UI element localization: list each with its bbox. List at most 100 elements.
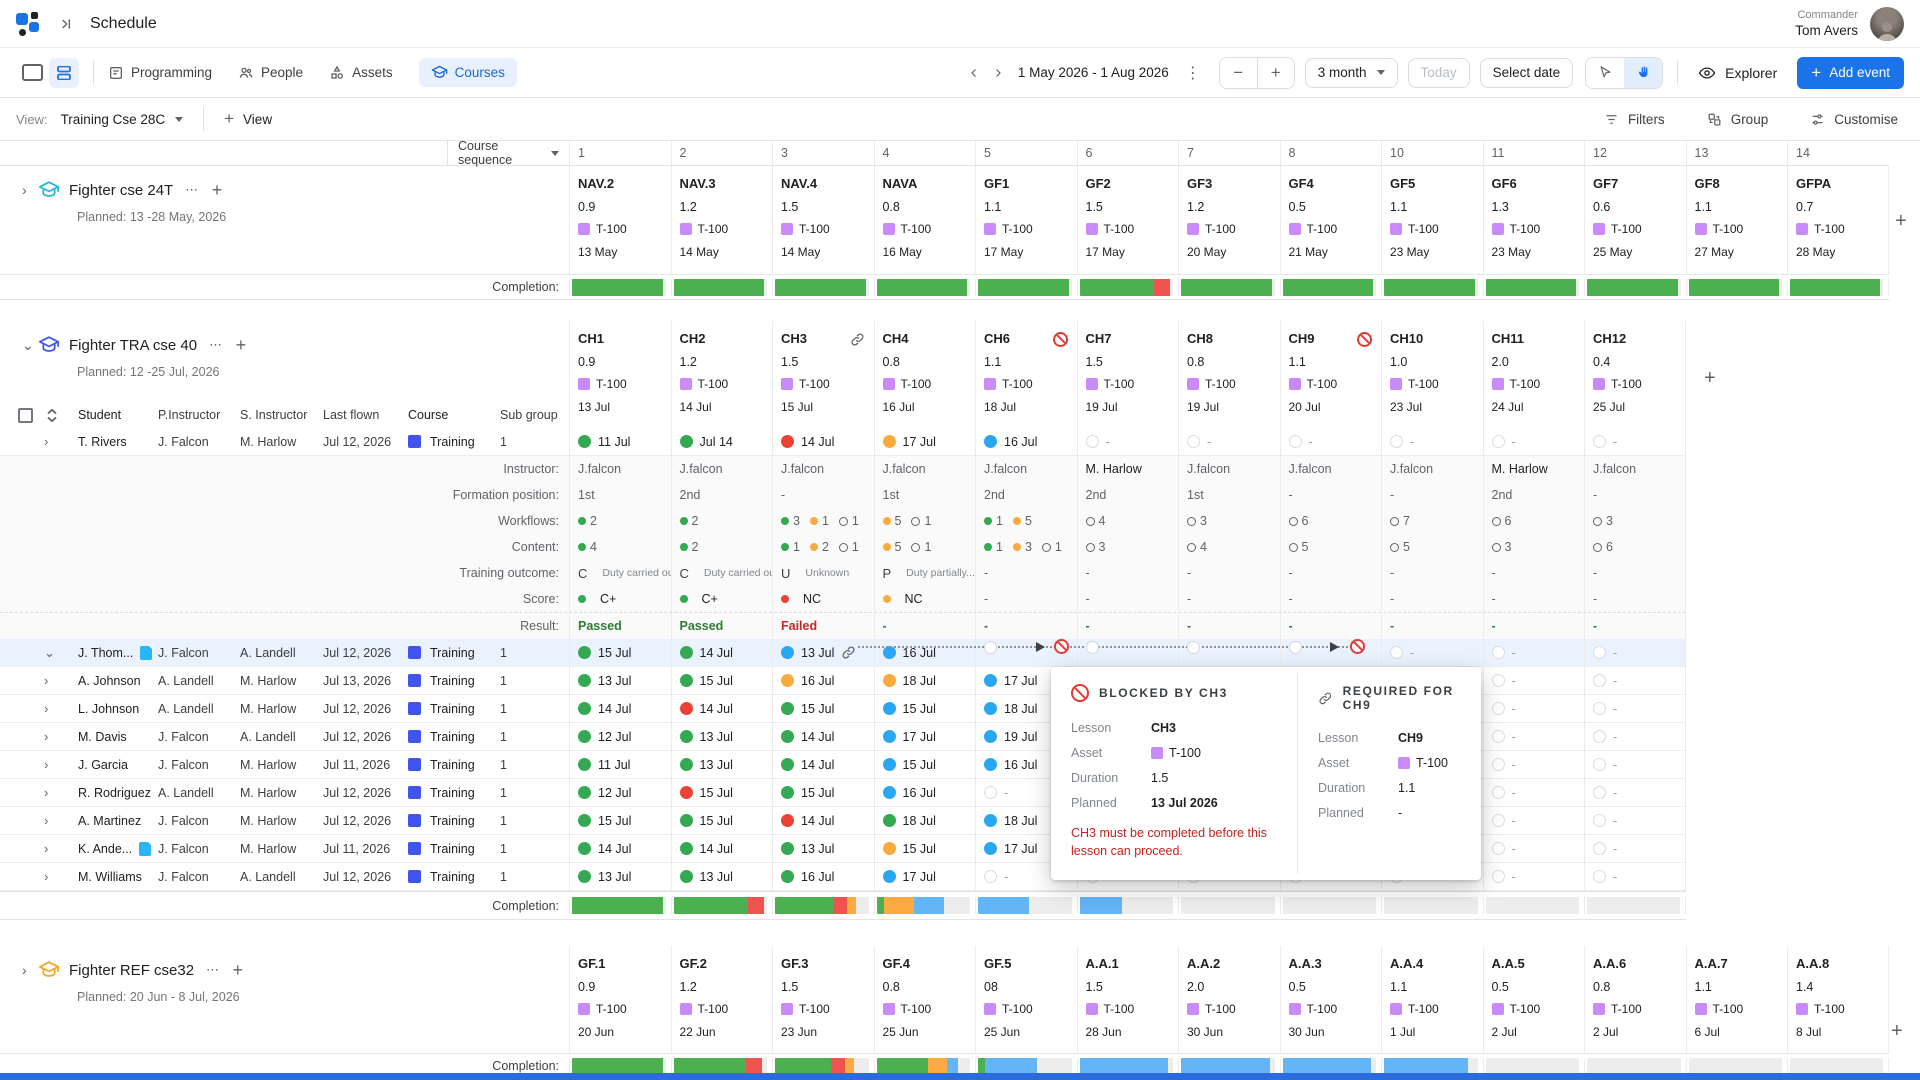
- explorer-button[interactable]: Explorer: [1692, 63, 1783, 83]
- course-add-icon[interactable]: +: [212, 180, 223, 201]
- date-menu-icon[interactable]: ⋮: [1177, 61, 1209, 85]
- lesson-card[interactable]: CH101.0T-10023 Jul: [1381, 321, 1483, 428]
- lesson-status-cell[interactable]: 14 Jul: [671, 639, 773, 666]
- tab-programming[interactable]: Programming: [108, 59, 212, 87]
- add-event-button[interactable]: + Add event: [1797, 57, 1904, 89]
- lesson-status-cell[interactable]: -: [1584, 667, 1686, 694]
- course-expand-chevron[interactable]: ›: [22, 962, 38, 978]
- avatar[interactable]: [1870, 7, 1904, 41]
- lesson-card[interactable]: CH61.1T-10018 Jul: [975, 321, 1077, 428]
- lesson-status-cell[interactable]: Jul 14: [671, 428, 773, 455]
- lesson-card[interactable]: GF31.2T-10020 May: [1178, 166, 1280, 274]
- lesson-status-cell[interactable]: 13 Jul: [671, 723, 773, 750]
- collapse-panel-icon[interactable]: [54, 12, 78, 36]
- lesson-status-cell[interactable]: 14 Jul: [671, 695, 773, 722]
- lesson-card[interactable]: GF.31.5T-10023 Jun: [772, 946, 874, 1053]
- lesson-status-cell[interactable]: 15 Jul: [772, 695, 874, 722]
- today-button[interactable]: Today: [1408, 58, 1470, 88]
- select-all-checkbox[interactable]: [18, 408, 33, 423]
- lesson-status-cell[interactable]: 14 Jul: [772, 428, 874, 455]
- lesson-status-cell[interactable]: -: [1584, 807, 1686, 834]
- lesson-status-cell[interactable]: 14 Jul: [772, 723, 874, 750]
- lesson-status-cell[interactable]: 11 Jul: [569, 751, 671, 778]
- tab-courses[interactable]: Courses: [419, 58, 517, 87]
- lesson-card[interactable]: A.A.81.4T-1008 Jul: [1787, 946, 1889, 1053]
- lesson-card[interactable]: GF61.3T-10023 May: [1483, 166, 1585, 274]
- lesson-card[interactable]: A.A.71.1T-1006 Jul: [1686, 946, 1788, 1053]
- lesson-status-cell[interactable]: 13 Jul: [569, 863, 671, 890]
- app-logo[interactable]: [16, 11, 42, 37]
- lesson-status-cell[interactable]: 12 Jul: [569, 723, 671, 750]
- lesson-status-cell[interactable]: 13 Jul: [671, 751, 773, 778]
- course-expand-chevron[interactable]: ⌄: [22, 337, 38, 354]
- lesson-status-cell[interactable]: 14 Jul: [671, 835, 773, 862]
- lesson-status-cell[interactable]: 16 Jul: [874, 779, 976, 806]
- lesson-status-cell[interactable]: 15 Jul: [772, 779, 874, 806]
- lesson-status-cell[interactable]: -: [1584, 779, 1686, 806]
- sort-button[interactable]: [46, 408, 58, 423]
- lesson-status-cell[interactable]: -: [1584, 428, 1686, 455]
- row-expand-chevron[interactable]: ›: [44, 841, 48, 856]
- user-info[interactable]: Commander Tom Avers: [1795, 7, 1904, 41]
- student-row[interactable]: ›T. RiversJ. FalconM. HarlowJul 12, 2026…: [0, 428, 1686, 456]
- lesson-card[interactable]: GF11.1T-10017 May: [975, 166, 1077, 274]
- lesson-status-cell[interactable]: -: [1584, 835, 1686, 862]
- lesson-status-cell[interactable]: 18 Jul: [874, 667, 976, 694]
- lesson-status-cell[interactable]: 16 Jul: [772, 863, 874, 890]
- row-expand-chevron[interactable]: ›: [44, 757, 48, 772]
- lesson-status-cell[interactable]: 17 Jul: [874, 723, 976, 750]
- lesson-status-cell[interactable]: [1077, 639, 1179, 666]
- lesson-status-cell[interactable]: 15 Jul: [569, 639, 671, 666]
- add-column-button[interactable]: +: [1698, 365, 1722, 392]
- row-expand-chevron[interactable]: ›: [44, 869, 48, 884]
- lesson-card[interactable]: NAVA0.8T-10016 May: [874, 166, 976, 274]
- lesson-status-cell[interactable]: 15 Jul: [874, 751, 976, 778]
- horizontal-scrollbar[interactable]: [0, 1073, 1920, 1080]
- lesson-status-cell[interactable]: -: [1584, 751, 1686, 778]
- lesson-card[interactable]: CH112.0T-10024 Jul: [1483, 321, 1585, 428]
- add-column-button[interactable]: +: [1885, 1018, 1909, 1045]
- lesson-status-cell[interactable]: 15 Jul: [671, 779, 773, 806]
- tab-assets[interactable]: Assets: [329, 59, 393, 87]
- row-expand-chevron[interactable]: ›: [44, 673, 48, 688]
- lesson-status-cell[interactable]: 16 Jul: [874, 639, 976, 666]
- lesson-status-cell[interactable]: 11 Jul: [569, 428, 671, 455]
- course-add-icon[interactable]: +: [236, 335, 247, 356]
- lesson-card[interactable]: GF.10.9T-10020 Jun: [569, 946, 671, 1053]
- lesson-card[interactable]: GF70.6T-10025 May: [1584, 166, 1686, 274]
- column-header[interactable]: Course: [408, 408, 500, 422]
- lesson-status-cell[interactable]: 14 Jul: [772, 751, 874, 778]
- note-icon[interactable]: [139, 842, 151, 856]
- lesson-card[interactable]: GF.508T-10025 Jun: [975, 946, 1077, 1053]
- zoom-in-button[interactable]: +: [1257, 58, 1294, 88]
- lesson-card[interactable]: NAV.31.2T-10014 May: [671, 166, 773, 274]
- lesson-card[interactable]: CH31.5T-10015 Jul: [772, 321, 874, 428]
- lesson-status-cell[interactable]: -: [1381, 639, 1483, 666]
- lesson-card[interactable]: GF40.5T-10021 May: [1280, 166, 1382, 274]
- lesson-card[interactable]: A.A.41.1T-1001 Jul: [1381, 946, 1483, 1053]
- lesson-status-cell[interactable]: 13 Jul: [772, 835, 874, 862]
- zoom-out-button[interactable]: −: [1220, 58, 1257, 88]
- cursor-tool-icon[interactable]: [1586, 58, 1624, 88]
- column-header[interactable]: Sub group: [500, 408, 569, 422]
- lesson-card[interactable]: NAV.20.9T-10013 May: [569, 166, 671, 274]
- lesson-status-cell[interactable]: 15 Jul: [671, 667, 773, 694]
- column-header[interactable]: P.Instructor: [158, 408, 240, 422]
- lesson-card[interactable]: GF21.5T-10017 May: [1077, 166, 1179, 274]
- row-expand-chevron[interactable]: ›: [44, 785, 48, 800]
- lesson-status-cell[interactable]: 15 Jul: [874, 835, 976, 862]
- lesson-status-cell[interactable]: 13 Jul: [671, 863, 773, 890]
- lesson-status-cell[interactable]: 12 Jul: [569, 779, 671, 806]
- lesson-card[interactable]: A.A.22.0T-10030 Jun: [1178, 946, 1280, 1053]
- course-sequence-header[interactable]: Course sequence: [447, 141, 569, 165]
- column-header[interactable]: Student: [78, 408, 158, 422]
- lesson-card[interactable]: CH21.2T-10014 Jul: [671, 321, 773, 428]
- lesson-status-cell[interactable]: -: [1584, 639, 1686, 666]
- tab-people[interactable]: People: [238, 59, 303, 87]
- pan-tool-icon[interactable]: [1624, 58, 1662, 88]
- view-select[interactable]: Training Cse 28C: [55, 111, 190, 128]
- split-view-icon[interactable]: [49, 58, 79, 88]
- lesson-status-cell[interactable]: 17 Jul: [874, 863, 976, 890]
- lesson-status-cell[interactable]: -: [1483, 695, 1585, 722]
- lesson-card[interactable]: GF.40.8T-10025 Jun: [874, 946, 976, 1053]
